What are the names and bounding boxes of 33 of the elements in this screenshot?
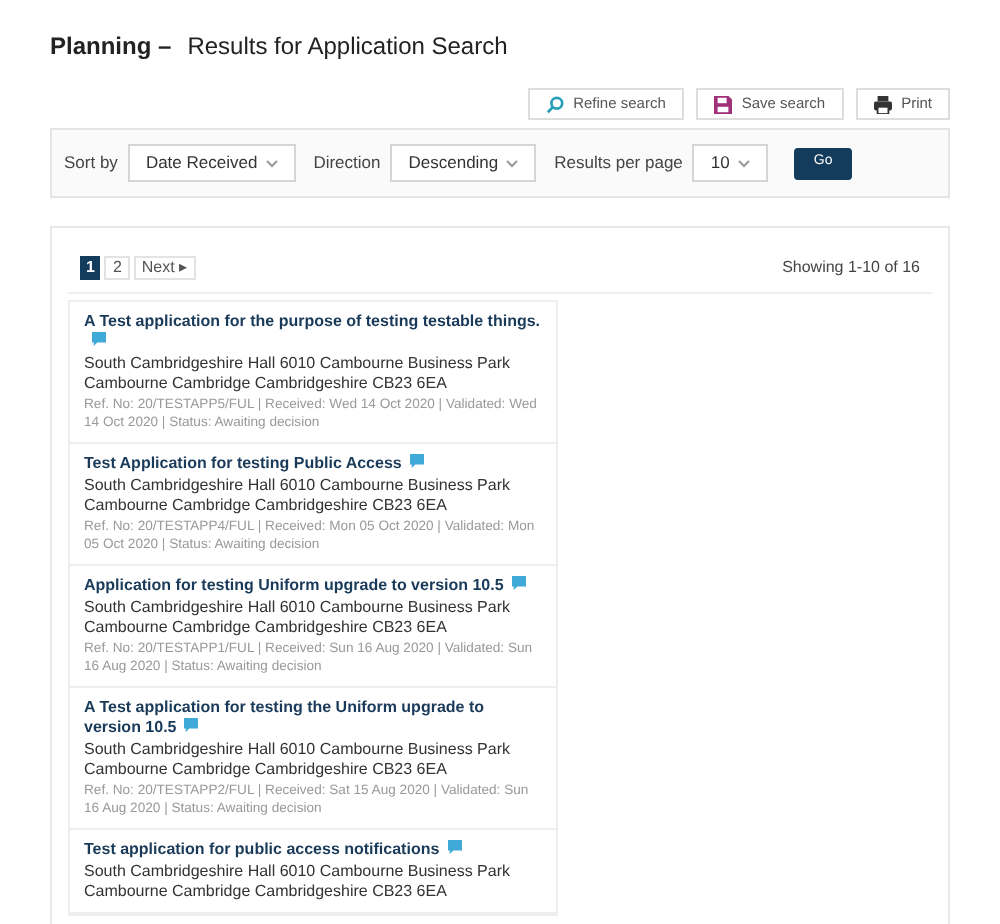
per-page-label: Results per page [554,150,683,176]
page-title: Results for Application Search [187,30,508,64]
page-link[interactable]: 1 [80,256,101,280]
sort-label: Sort by [64,150,118,176]
result-title[interactable]: Test Application for testing Public Access [84,454,542,474]
per-page-select[interactable]: 10 [692,144,768,182]
print-icon [873,95,892,113]
section-title: Planning – [50,30,172,64]
result-title[interactable]: Test application for public access notifications [84,840,542,860]
page-link[interactable]: 2 [104,256,130,280]
comment-icon [447,840,462,854]
result-address: South Cambridgeshire Hall 6010 Cambourne Business Park Cambourne Cambridge Cambridgeshire CB23 6EA [84,354,512,394]
chevron-down-icon [265,159,278,167]
result-address: South Cambridgeshire Hall 6010 Cambourne Business Park Cambourne Cambridge Cambridgeshire CB23 6EA [84,476,512,516]
next-link[interactable]: Next ▸ [133,256,196,280]
result-address: South Cambridgeshire Hall 6010 Cambourne Business Park Cambourne Cambridge Cambridgeshire CB23 6EA [84,740,512,780]
results-count: Showing 1-10 of 16 [782,256,920,280]
chevron-down-icon [737,159,750,167]
direction-select[interactable]: Descending [390,144,537,182]
search-icon [545,95,564,113]
comment-icon [92,332,106,346]
comment-icon [511,576,526,590]
result-title[interactable]: A Test application for testing the Uniform upgrade to version 10.5 [84,698,542,738]
comment-icon [409,454,424,468]
sort-select[interactable]: Date Received [127,144,296,182]
result-address: South Cambridgeshire Hall 6010 Cambourne Business Park Cambourne Cambridge Cambridgeshire CB23 6EA [84,862,512,902]
chevron-down-icon [506,159,519,167]
result-title[interactable]: Application for testing Uniform upgrade to version 10.5 [84,576,542,596]
result-address: South Cambridgeshire Hall 6010 Cambourne Business Park Cambourne Cambridge Cambridgeshire CB23 6EA [84,598,512,638]
save-icon [713,95,732,113]
result-title[interactable]: A Test application for the purpose of testing testable things. [84,312,542,352]
comment-icon [184,718,199,732]
direction-label: Direction [313,150,381,176]
